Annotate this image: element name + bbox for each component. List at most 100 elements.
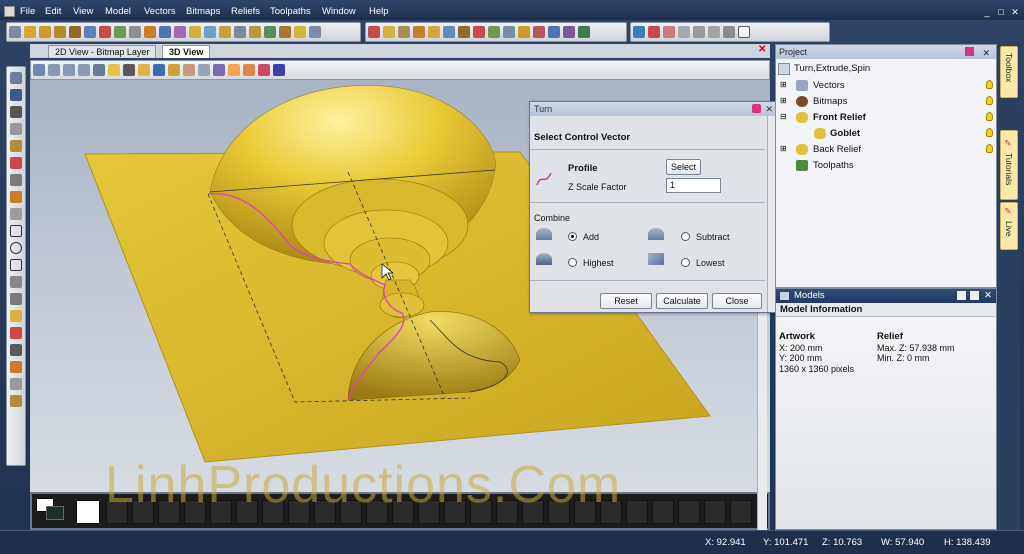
radio-subtract[interactable]: [681, 232, 690, 241]
tab-tutorials[interactable]: ✎ Tutorials: [1000, 130, 1018, 200]
tree-item-front-relief[interactable]: Front Relief: [813, 112, 866, 123]
tree-item-vectors[interactable]: Vectors: [813, 80, 845, 91]
erase-icon[interactable]: [99, 26, 111, 38]
weld-icon[interactable]: [503, 26, 515, 38]
minimize-icon[interactable]: _: [982, 7, 992, 17]
color-icon[interactable]: [174, 26, 186, 38]
shape-icon[interactable]: [159, 26, 171, 38]
visibility-bulb-icon[interactable]: [986, 128, 993, 137]
menu-vectors[interactable]: Vectors: [144, 6, 176, 17]
toolpath-tool-icon[interactable]: [69, 26, 81, 38]
zoom-box-icon[interactable]: [93, 64, 105, 76]
extrude-icon[interactable]: [279, 26, 291, 38]
panel-close-icon[interactable]: ✕: [984, 289, 992, 303]
reset-button[interactable]: Reset: [600, 293, 652, 309]
trim-icon[interactable]: [488, 26, 500, 38]
dock-icon[interactable]: [970, 291, 979, 300]
menu-model[interactable]: Model: [105, 6, 131, 17]
radio-add[interactable]: [568, 232, 577, 241]
rotate-view-icon[interactable]: [678, 26, 690, 38]
tree-item-back-relief[interactable]: Back Relief: [813, 144, 861, 155]
tree-item-bitmaps[interactable]: Bitmaps: [813, 96, 847, 107]
turn-icon[interactable]: [309, 26, 321, 38]
menu-edit[interactable]: Edit: [45, 6, 61, 17]
menu-help[interactable]: Help: [369, 6, 389, 17]
brush-icon[interactable]: [10, 191, 22, 203]
sculpt-icon[interactable]: [204, 26, 216, 38]
pencil-icon[interactable]: [10, 157, 22, 169]
expand-icon[interactable]: ⊞: [780, 80, 787, 89]
visibility-bulb-icon[interactable]: [986, 96, 993, 105]
secondary-color-swatch[interactable]: [46, 506, 64, 520]
rotate-icon[interactable]: [518, 26, 530, 38]
vector-tool-icon[interactable]: [24, 26, 36, 38]
sheet-icon[interactable]: [273, 64, 285, 76]
side-view-icon[interactable]: [63, 64, 75, 76]
menu-toolpaths[interactable]: Toolpaths: [270, 6, 311, 17]
select-icon[interactable]: [129, 26, 141, 38]
tab-2d-view[interactable]: 2D View - Bitmap Layer: [48, 45, 157, 58]
app-icon[interactable]: [4, 6, 15, 17]
mirror-icon[interactable]: [234, 26, 246, 38]
undo-icon[interactable]: [693, 26, 705, 38]
grid-icon[interactable]: [114, 26, 126, 38]
ungroup-icon[interactable]: [458, 26, 470, 38]
visibility-bulb-icon[interactable]: [986, 144, 993, 153]
pin-icon[interactable]: [965, 47, 974, 56]
polygon-icon[interactable]: [10, 259, 22, 271]
close-icon[interactable]: ✕: [1010, 7, 1020, 17]
color-swatch[interactable]: [626, 500, 648, 524]
pointer-icon[interactable]: [10, 106, 22, 118]
dialog-title[interactable]: Turn ✕: [530, 102, 777, 116]
expand-icon[interactable]: ⊞: [780, 96, 787, 105]
expand-icon[interactable]: ⊞: [780, 144, 787, 153]
tree-item-goblet[interactable]: Goblet: [830, 128, 860, 139]
pan-icon[interactable]: [663, 26, 675, 38]
toolpath-display-icon[interactable]: [258, 64, 270, 76]
node-edit-icon[interactable]: [10, 123, 22, 135]
fit-view-icon[interactable]: [648, 26, 660, 38]
plane-icon[interactable]: [198, 64, 210, 76]
front-view-icon[interactable]: [48, 64, 60, 76]
axes-icon[interactable]: [153, 64, 165, 76]
globe-icon[interactable]: [10, 89, 22, 101]
line-icon[interactable]: [10, 208, 22, 220]
light-icon[interactable]: [108, 64, 120, 76]
color-swatch[interactable]: [704, 500, 726, 524]
texture-display-icon[interactable]: [243, 64, 255, 76]
text-icon[interactable]: [10, 293, 22, 305]
arrow-tool-icon[interactable]: [9, 26, 21, 38]
color-swatch[interactable]: [678, 500, 700, 524]
color-swatch-white[interactable]: [76, 500, 100, 524]
refresh-icon[interactable]: [723, 26, 735, 38]
weave-icon[interactable]: [264, 26, 276, 38]
redo-icon[interactable]: [708, 26, 720, 38]
node-icon[interactable]: [413, 26, 425, 38]
tab-live[interactable]: ✎ Live: [1000, 202, 1018, 250]
spin-icon[interactable]: [294, 26, 306, 38]
layer-icon[interactable]: [84, 26, 96, 38]
pin-icon[interactable]: [752, 104, 761, 113]
draw-icon[interactable]: [144, 26, 156, 38]
tree-item-toolpaths[interactable]: Toolpaths: [813, 160, 854, 171]
select-button[interactable]: Select: [666, 159, 701, 175]
scale-icon[interactable]: [533, 26, 545, 38]
visibility-bulb-icon[interactable]: [986, 112, 993, 121]
cut-icon[interactable]: [368, 26, 380, 38]
stamp-icon[interactable]: [10, 395, 22, 407]
dialog-close-icon[interactable]: ✕: [765, 102, 773, 116]
wireframe-icon[interactable]: [183, 64, 195, 76]
bitmap-tool-icon[interactable]: [39, 26, 51, 38]
close-button[interactable]: Close: [712, 293, 762, 309]
menu-bitmaps[interactable]: Bitmaps: [186, 6, 220, 17]
fill-icon[interactable]: [10, 310, 22, 322]
calculate-button[interactable]: Calculate: [656, 293, 708, 309]
highlight-icon[interactable]: [138, 64, 150, 76]
radio-lowest[interactable]: [681, 258, 690, 267]
top-view-icon[interactable]: [78, 64, 90, 76]
array-icon[interactable]: [548, 26, 560, 38]
crosshair-icon[interactable]: [738, 26, 750, 38]
menu-reliefs[interactable]: Reliefs: [231, 6, 260, 17]
arc-icon[interactable]: [10, 276, 22, 288]
tab-toolbox[interactable]: Toolbox: [1000, 46, 1018, 98]
